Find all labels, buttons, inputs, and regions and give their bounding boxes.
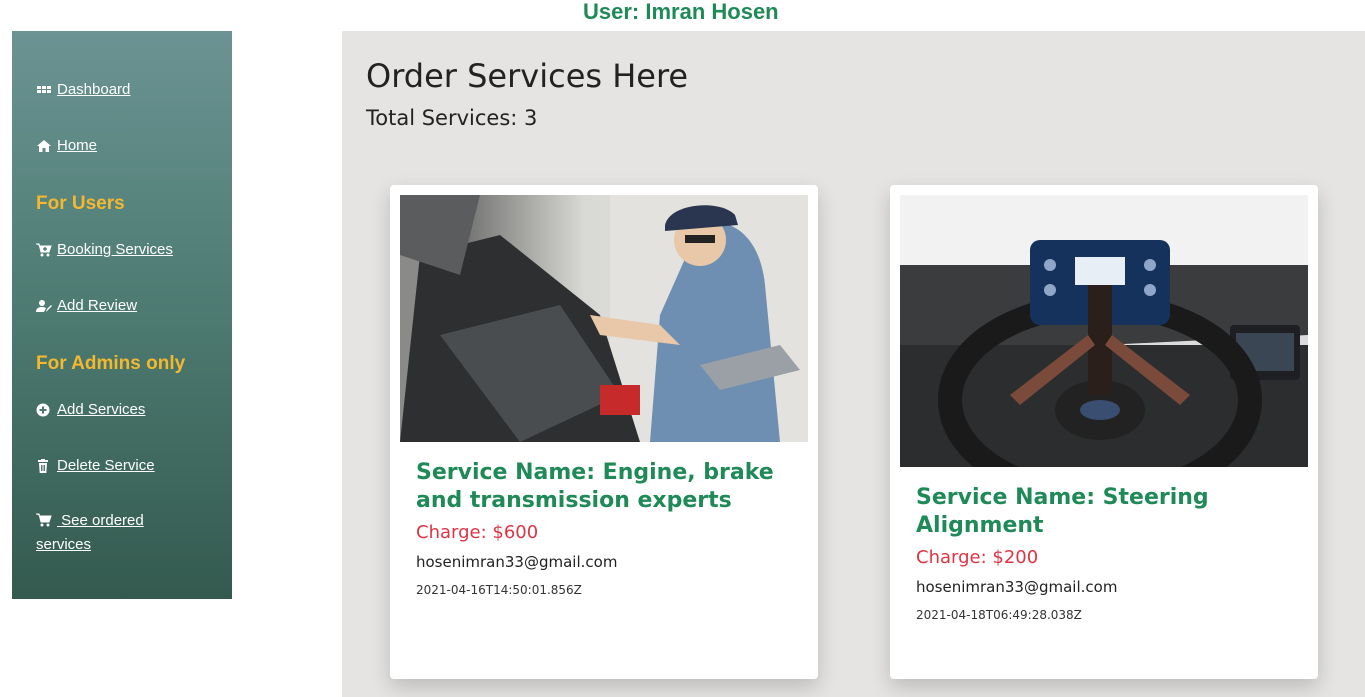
service-image-mechanic bbox=[400, 195, 808, 442]
section-title-users: For Users bbox=[36, 193, 125, 214]
service-image-steering bbox=[900, 195, 1308, 467]
sidebar-item-label: Add Services bbox=[57, 401, 146, 418]
sidebar-item-dashboard[interactable]: Dashboard bbox=[36, 81, 130, 98]
sidebar-item-label: See ordered services bbox=[36, 512, 144, 553]
sidebar-item-label: Booking Services bbox=[57, 241, 173, 258]
home-icon bbox=[36, 139, 52, 153]
service-card: Service Name: Steering Alignment Charge:… bbox=[890, 185, 1318, 679]
sidebar-item-label: Home bbox=[57, 137, 98, 154]
total-services-count: Total Services: 3 bbox=[366, 106, 538, 130]
cart-plus-icon bbox=[36, 243, 52, 257]
dashboard-grid-icon bbox=[36, 83, 52, 97]
service-email: hosenimran33@gmail.com bbox=[916, 578, 1118, 596]
sidebar-item-label: Delete Service bbox=[57, 457, 155, 474]
current-user-label: User: Imran Hosen bbox=[583, 0, 779, 24]
sidebar-item-booking-services[interactable]: Booking Services bbox=[36, 241, 173, 258]
service-date: 2021-04-18T06:49:28.038Z bbox=[916, 608, 1082, 622]
cart-icon bbox=[36, 513, 52, 527]
main-content: Order Services Here Total Services: 3 Se… bbox=[342, 31, 1365, 697]
page-title: Order Services Here bbox=[366, 57, 689, 95]
sidebar-item-see-ordered-services[interactable]: See ordered services bbox=[36, 509, 186, 557]
service-email: hosenimran33@gmail.com bbox=[416, 553, 618, 571]
service-card-body: Service Name: Engine, brake and transmis… bbox=[416, 459, 798, 597]
service-card-body: Service Name: Steering Alignment Charge:… bbox=[916, 484, 1298, 622]
sidebar: Dashboard Home For Users Booking Service… bbox=[12, 31, 232, 599]
sidebar-item-add-review[interactable]: Add Review bbox=[36, 297, 137, 314]
sidebar-item-delete-service[interactable]: Delete Service bbox=[36, 457, 155, 474]
sidebar-item-label: Add Review bbox=[57, 297, 138, 314]
section-title-admins: For Admins only bbox=[36, 353, 186, 374]
service-date: 2021-04-16T14:50:01.856Z bbox=[416, 583, 582, 597]
user-edit-icon bbox=[36, 299, 52, 313]
service-name: Service Name: Engine, brake and transmis… bbox=[416, 460, 774, 513]
service-charge: Charge: $600 bbox=[416, 522, 539, 543]
sidebar-item-label: Dashboard bbox=[57, 81, 131, 98]
service-name: Service Name: Steering Alignment bbox=[916, 485, 1209, 538]
sidebar-item-home[interactable]: Home bbox=[36, 137, 97, 154]
service-card: Service Name: Engine, brake and transmis… bbox=[390, 185, 818, 679]
trash-icon bbox=[36, 458, 52, 473]
sidebar-item-add-services[interactable]: Add Services bbox=[36, 401, 145, 418]
plus-circle-icon bbox=[36, 403, 52, 417]
service-charge: Charge: $200 bbox=[916, 547, 1039, 568]
